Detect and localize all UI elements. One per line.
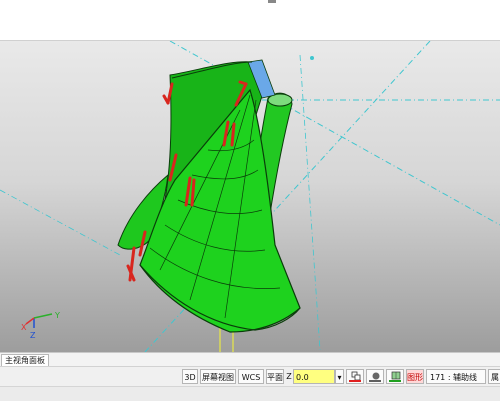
solid-color-swatch [369, 380, 381, 382]
normal-arrow [190, 178, 196, 207]
bottom-edge [0, 386, 500, 401]
screen-view-button[interactable]: 屏幕视图 [200, 369, 236, 384]
guide-point [310, 56, 314, 60]
layer-button[interactable]: 图形 [406, 369, 424, 384]
z-depth-dropdown[interactable]: ▾ [335, 369, 344, 384]
viewport-tab-strip: 主视角面板 [0, 352, 500, 367]
line-color-button[interactable] [346, 369, 364, 384]
normal-arrow-head [238, 80, 248, 86]
duct-model[interactable] [117, 59, 301, 333]
plane-button[interactable]: 平面 [266, 369, 284, 384]
x-axis-label: X [21, 323, 27, 332]
toolbar-fragment [268, 0, 276, 3]
mode-3d-button[interactable]: 3D [182, 369, 198, 384]
top-toolbar-area [0, 0, 500, 41]
y-axis-label: Y [54, 311, 60, 320]
z-label: Z [286, 372, 292, 381]
z-depth-input[interactable]: 0.0 [293, 369, 335, 384]
normal-arrow-head [162, 94, 170, 105]
solid-color-button[interactable] [366, 369, 384, 384]
axis-triad: X Y Z [21, 311, 60, 340]
x-axis-line [25, 317, 35, 325]
z-axis-label: Z [30, 331, 36, 340]
line-color-swatch [349, 380, 361, 382]
normal-arrow [230, 122, 236, 147]
layer-select[interactable]: 171 : 辅助线 [426, 369, 486, 384]
graphics-viewport[interactable]: X Y Z [0, 41, 500, 352]
model-canvas[interactable]: X Y Z [0, 41, 500, 352]
attributes-button[interactable]: 属 [488, 369, 500, 384]
wcs-button[interactable]: WCS [238, 369, 264, 384]
surface-color-button[interactable] [386, 369, 404, 384]
y-axis-line [33, 313, 53, 319]
surface-color-swatch [389, 380, 401, 382]
guide-line [0, 189, 121, 256]
chevron-down-icon: ▾ [337, 373, 342, 382]
guide-line [299, 54, 321, 351]
status-bar: 3D 屏幕视图 WCS 平面 Z 0.0 ▾ 图形 171 : 辅助线 属 [0, 366, 500, 387]
